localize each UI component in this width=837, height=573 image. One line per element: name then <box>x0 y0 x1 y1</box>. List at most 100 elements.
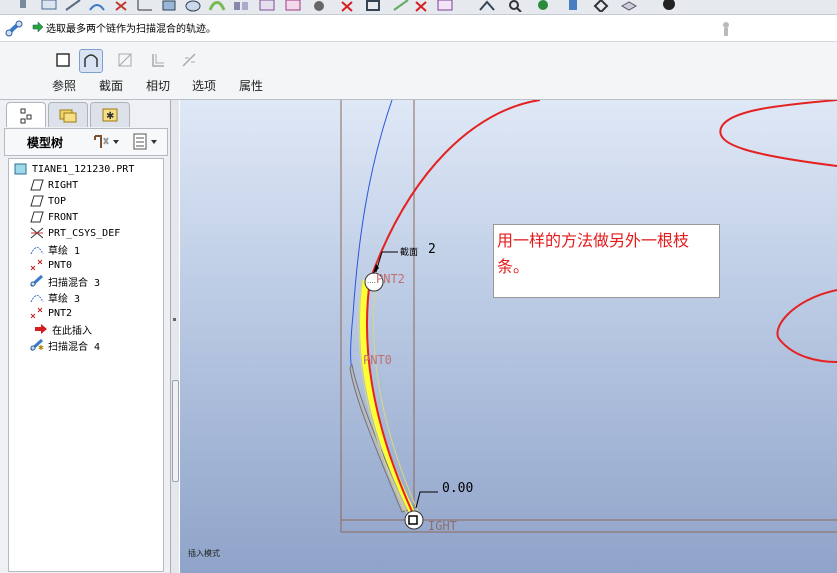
cancel-draft-icon[interactable] <box>412 0 430 12</box>
sketch-icon <box>29 290 45 304</box>
insert-here-arrow-icon <box>33 322 49 336</box>
csys-icon <box>29 226 45 240</box>
analysis-tool-icon[interactable] <box>436 0 454 12</box>
tree-item[interactable]: 扫描混合 3 <box>29 273 100 289</box>
chamfer-tool-icon[interactable] <box>284 0 302 12</box>
tab-model-tree[interactable] <box>6 102 46 127</box>
surface-option-icon[interactable] <box>79 49 103 73</box>
tree-item[interactable]: FRONT <box>29 209 78 225</box>
section-circle-start <box>404 510 424 530</box>
orient-view-icon[interactable] <box>592 0 610 14</box>
splitter-grip <box>173 318 176 321</box>
tree-item[interactable]: ✱ 扫描混合 4 <box>29 337 100 353</box>
swept-blend-icon <box>29 274 45 288</box>
remove-material-icon[interactable] <box>114 49 136 71</box>
svg-text:✱: ✱ <box>38 344 44 351</box>
extrude-tool-icon[interactable] <box>160 0 178 12</box>
datum-axis-tool-icon[interactable] <box>64 0 82 12</box>
datum-plane-icon <box>29 194 45 208</box>
tree-item[interactable]: 草绘 1 <box>29 241 80 257</box>
tab-sections[interactable]: 截面 <box>99 77 123 94</box>
dimension-leader <box>415 491 438 509</box>
tree-item[interactable]: PNT2 <box>29 305 72 321</box>
branch-curve-right-bottom <box>776 289 837 363</box>
swept-blend-active-icon: ✱ <box>29 338 45 352</box>
hole-tool-icon[interactable] <box>310 0 328 12</box>
shell-tool-icon[interactable] <box>364 0 382 12</box>
sweep-tool-icon[interactable] <box>208 0 226 12</box>
tree-item[interactable]: 在此插入 <box>33 321 92 337</box>
rib-tool-icon[interactable] <box>392 0 410 12</box>
datum-point-icon <box>29 258 45 272</box>
blue-sketch-curve <box>350 100 393 371</box>
prompt-arrow-icon <box>32 21 44 36</box>
pattern-tool-icon[interactable] <box>478 0 496 12</box>
tree-item[interactable]: PNT0 <box>29 257 72 273</box>
folder-icon <box>59 109 77 123</box>
swept-blend-feature-icon <box>4 18 26 41</box>
tree-item[interactable]: PRT_CSYS_DEF <box>29 225 120 241</box>
tree-item[interactable]: TIANE1_121230.PRT <box>13 161 134 177</box>
datum-plane-icon <box>29 178 45 192</box>
instruction-callout: 用一样的方法做另外一根枝条。 <box>493 224 720 298</box>
prompt-text: 选取最多两个链作为扫描混合的轨迹。 <box>46 24 216 35</box>
point-tool-icon[interactable] <box>112 0 130 12</box>
section-number: 2 <box>428 242 436 257</box>
graphics-window[interactable]: ···· 截面 2 PNT2 PNT0 0.00 IGHT 用一样的方法做另外一… <box>180 100 837 573</box>
sketch-tool-icon[interactable] <box>88 0 106 12</box>
callout-text: 用一样的方法做另外一根枝条。 <box>497 231 690 276</box>
pnt2-label: PNT2 <box>376 272 405 286</box>
model-tree-tab-icon <box>20 108 32 124</box>
message-prompt-row: 选取最多两个链作为扫描混合的轨迹。 <box>0 15 837 42</box>
swept-blend-dashboard: 选取最多两个链作为扫描混合的轨迹。 参照 截面 相切 选项 属性 <box>0 15 837 100</box>
status-mode-text: 插入模式 <box>188 549 220 558</box>
tab-options[interactable]: 选项 <box>192 77 216 94</box>
datum-point-icon <box>29 306 45 320</box>
dimension-value[interactable]: 0.00 <box>442 481 473 496</box>
svg-text:····: ···· <box>367 279 376 287</box>
tree-show-icon[interactable] <box>131 132 165 155</box>
delete-feature-icon[interactable] <box>338 0 356 12</box>
thicken-icon[interactable] <box>147 49 169 71</box>
tree-item[interactable]: RIGHT <box>29 177 78 193</box>
model-tree: TIANE1_121230.PRT RIGHT TOP FRONT PRT_CS… <box>8 158 164 572</box>
pnt0-label: PNT0 <box>363 353 392 367</box>
right-plane-label: IGHT <box>428 519 457 533</box>
tab-favorites[interactable]: ✱ <box>90 102 130 127</box>
tab-folder-browser[interactable] <box>48 102 88 127</box>
model-tree-title: 模型树 <box>27 136 64 150</box>
solid-option-icon[interactable] <box>52 49 74 71</box>
pause-feature-icon[interactable] <box>718 19 734 40</box>
revolve-tool-icon[interactable] <box>184 0 202 12</box>
part-icon <box>13 162 29 176</box>
saved-views-icon[interactable] <box>564 0 582 12</box>
panel-splitter[interactable] <box>171 100 179 573</box>
branch-curve-right-top <box>719 100 837 167</box>
refit-view-icon[interactable] <box>534 0 552 12</box>
datum-plane-tool-icon[interactable] <box>40 0 58 12</box>
round-tool-icon[interactable] <box>258 0 276 12</box>
model-tree-header: 模型树 <box>4 128 168 156</box>
tree-item[interactable]: TOP <box>29 193 66 209</box>
toolbar-separator-icon <box>14 0 32 12</box>
sweep-preview-outer <box>360 279 418 520</box>
tab-properties[interactable]: 属性 <box>239 77 263 94</box>
layer-tool-icon[interactable] <box>620 0 638 12</box>
flip-direction-icon[interactable] <box>178 49 200 71</box>
datum-plane-icon <box>29 210 45 224</box>
splitter-handle[interactable] <box>172 380 179 482</box>
sketch-icon <box>29 242 45 256</box>
main-toolbar <box>0 0 837 15</box>
tab-tangency[interactable]: 相切 <box>146 77 170 94</box>
appearance-ball-icon[interactable] <box>660 0 678 12</box>
csys-tool-icon[interactable] <box>136 0 154 12</box>
tree-settings-icon[interactable] <box>91 132 121 155</box>
svg-text:✱: ✱ <box>106 111 114 122</box>
blend-tool-icon[interactable] <box>232 0 250 12</box>
tree-item[interactable]: 草绘 3 <box>29 289 80 305</box>
zoom-in-icon[interactable] <box>506 0 524 13</box>
favorites-icon: ✱ <box>102 108 118 122</box>
navigator-panel: ✱ 模型树 TIANE1_121230.PRT RIGHT TOP FRONT <box>0 100 171 573</box>
tab-references[interactable]: 参照 <box>52 77 76 94</box>
section-label: 截面 <box>400 248 419 258</box>
